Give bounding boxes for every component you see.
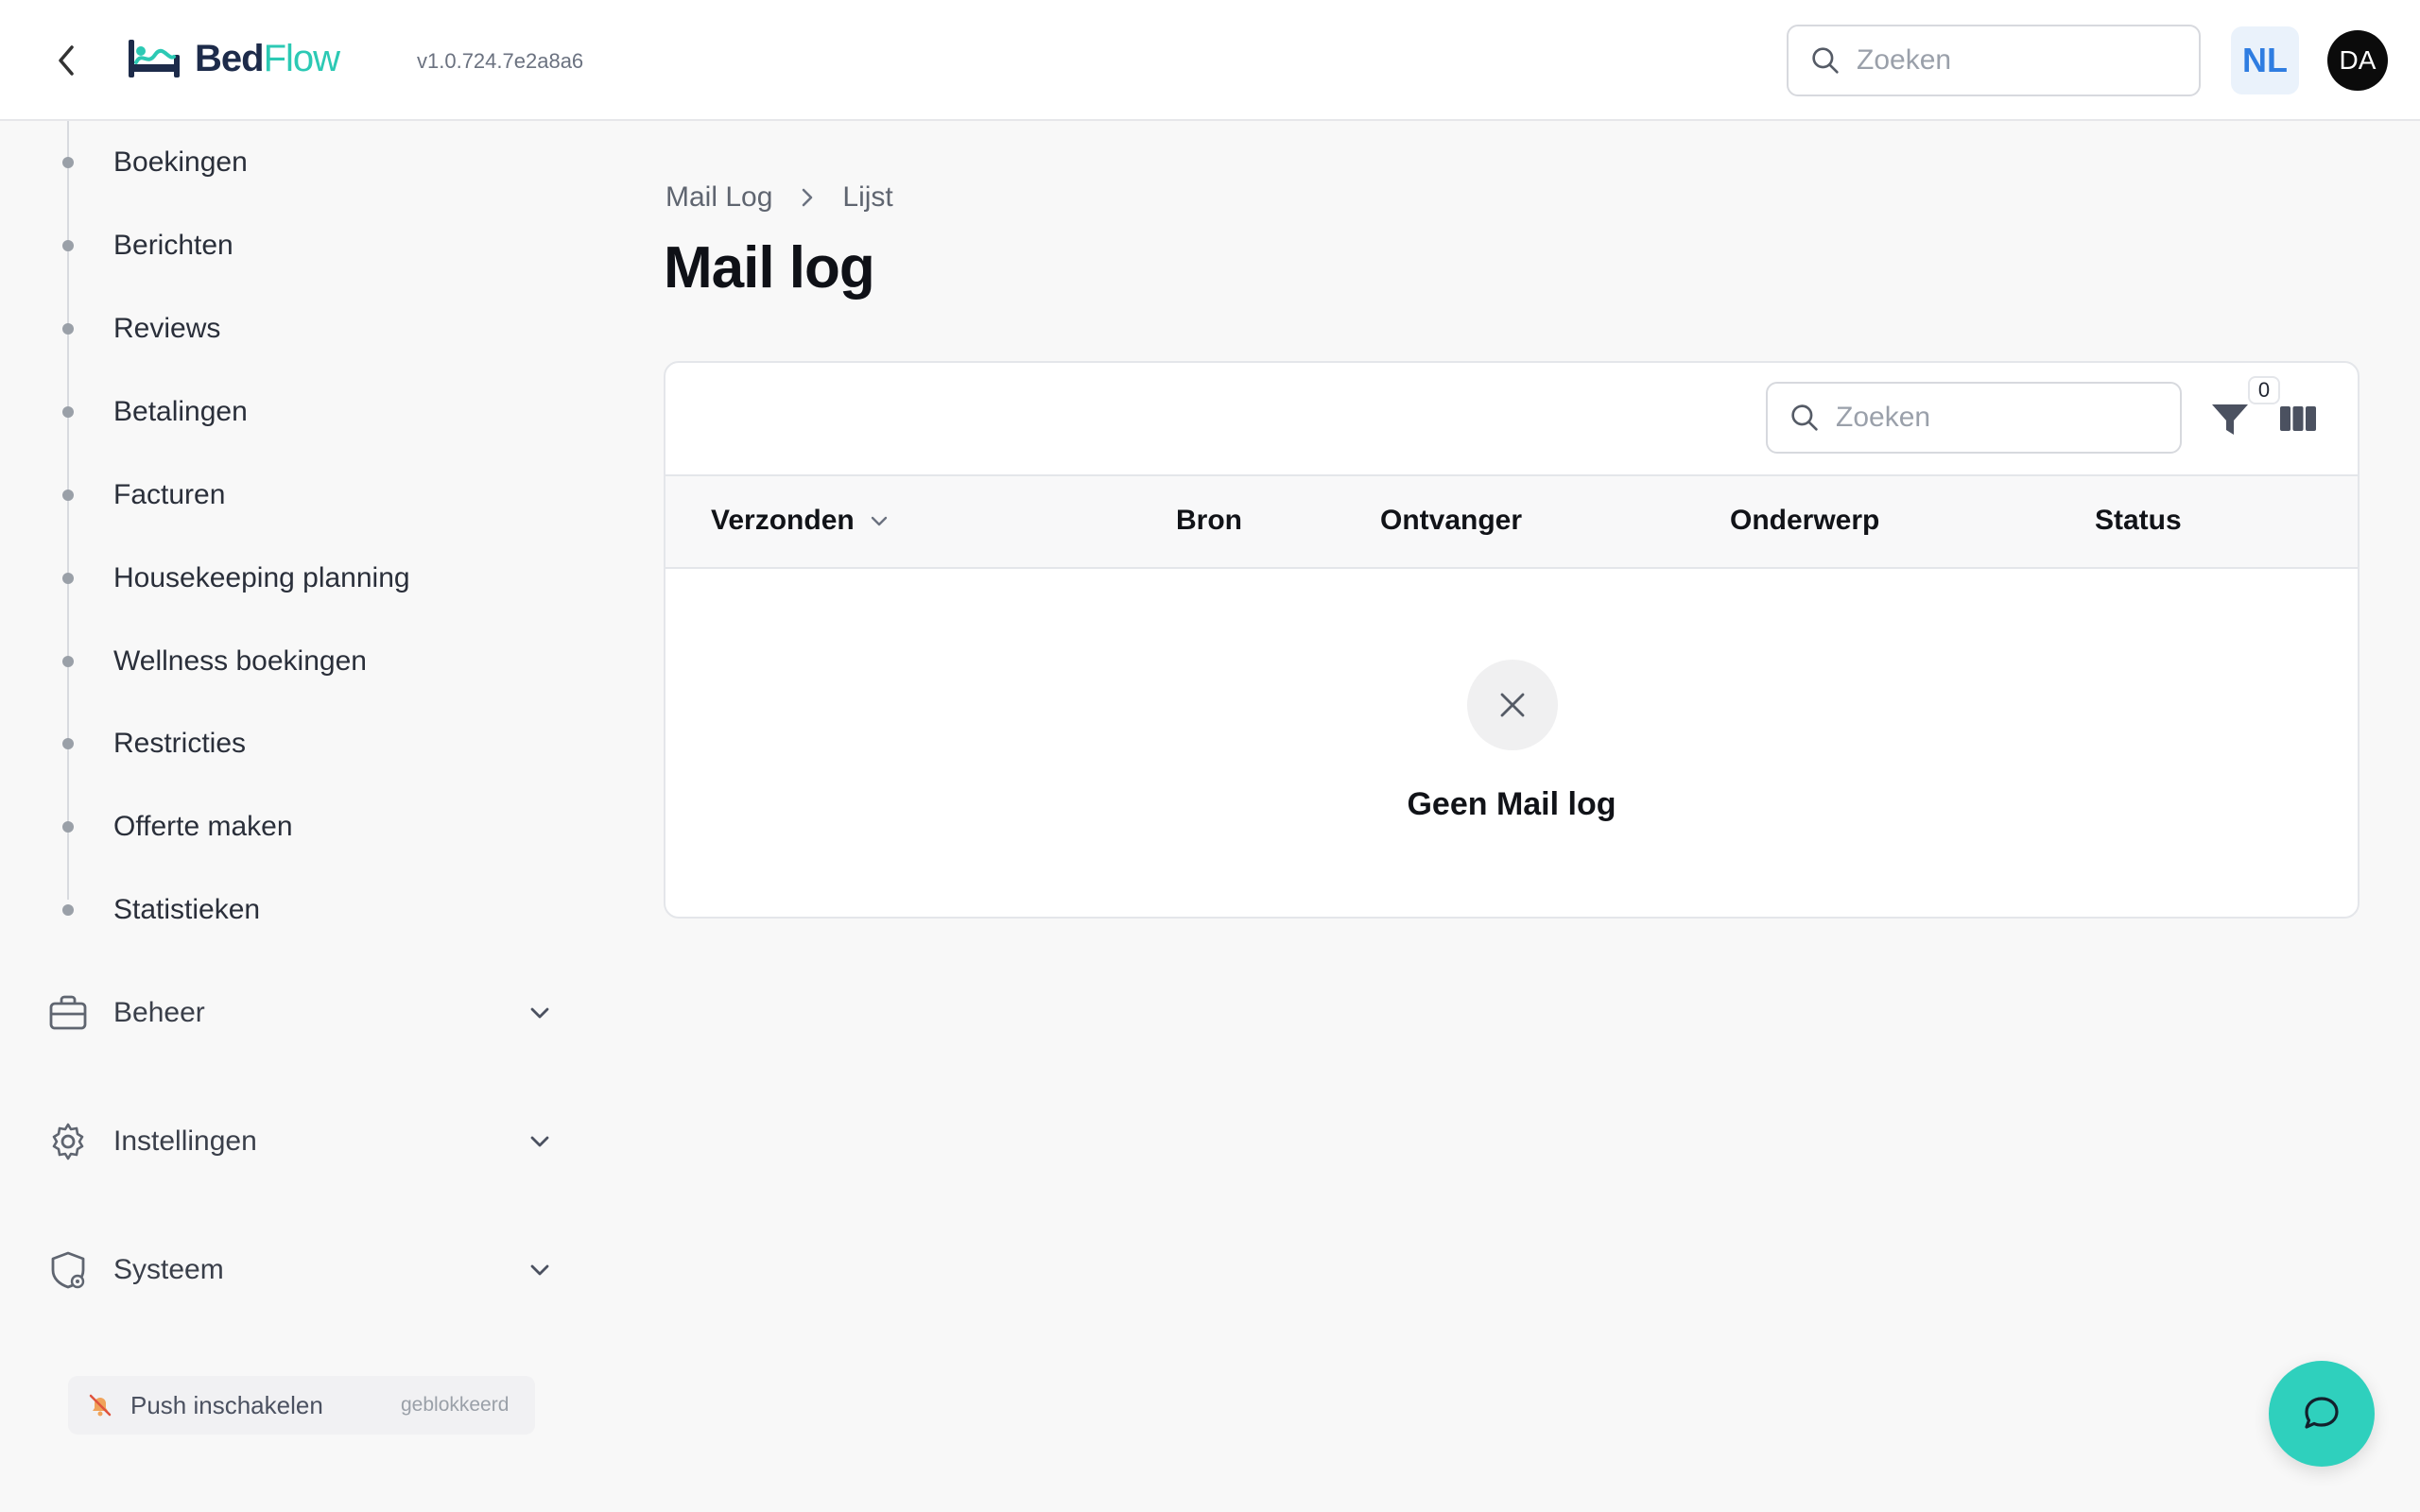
column-header-bron[interactable]: Bron — [1176, 505, 1242, 537]
column-header-label: Status — [2095, 505, 2182, 536]
bullet-dot — [62, 323, 74, 335]
sidebar-item-statistieken[interactable]: Statistieken — [0, 877, 567, 943]
columns-icon[interactable] — [2278, 399, 2318, 438]
bullet-dot — [62, 573, 74, 584]
sidebar-item-label: Housekeeping planning — [113, 562, 410, 593]
bell-off-icon — [89, 1394, 112, 1417]
column-header-label: Onderwerp — [1730, 505, 1880, 536]
sidebar: Boekingen Berichten Reviews Betalingen F… — [0, 121, 586, 1512]
global-search-input[interactable] — [1857, 44, 2199, 77]
language-button[interactable]: NL — [2231, 26, 2299, 94]
sidebar-item-label: Boekingen — [113, 146, 248, 178]
version-label: v1.0.724.7e2a8a6 — [417, 49, 584, 73]
app-logo[interactable]: BedFlow — [127, 32, 340, 85]
sidebar-item-label: Betalingen — [113, 396, 248, 427]
table-search[interactable] — [1766, 382, 2182, 454]
chevron-down-icon — [871, 516, 887, 526]
avatar[interactable]: DA — [2327, 30, 2388, 91]
sidebar-item-label: Statistieken — [113, 894, 261, 925]
push-label: Push inschakelen — [130, 1390, 323, 1419]
sidebar-group-beheer[interactable]: Beheer — [0, 975, 567, 1051]
search-icon — [1812, 47, 1839, 74]
push-status: geblokkeerd — [401, 1394, 510, 1416]
shield-gear-icon — [51, 1251, 85, 1289]
sidebar-item-label: Restricties — [113, 728, 247, 759]
sidebar-group-systeem[interactable]: Systeem — [0, 1232, 567, 1308]
global-search[interactable] — [1787, 25, 2201, 96]
sidebar-item-facturen[interactable]: Facturen — [0, 462, 567, 528]
bullet-dot — [62, 406, 74, 418]
breadcrumb: Mail Log Lijst — [666, 181, 893, 214]
sidebar-item-label: Facturen — [113, 479, 226, 510]
sidebar-item-label: Wellness boekingen — [113, 645, 367, 677]
breadcrumb-item-mail-log[interactable]: Mail Log — [666, 181, 772, 214]
back-button[interactable] — [47, 42, 85, 79]
chevron-down-icon — [530, 1136, 549, 1147]
bullet-dot — [62, 157, 74, 168]
column-header-label: Verzonden — [711, 505, 855, 536]
sidebar-item-boekingen[interactable]: Boekingen — [0, 129, 567, 196]
column-header-onderwerp[interactable]: Onderwerp — [1730, 505, 1879, 537]
sidebar-item-housekeeping-planning[interactable]: Housekeeping planning — [0, 545, 567, 611]
sidebar-item-reviews[interactable]: Reviews — [0, 296, 567, 362]
logo-text-flow: Flow — [263, 37, 340, 79]
chat-button[interactable] — [2269, 1361, 2375, 1467]
table-toolbar: 0 — [666, 363, 2358, 476]
table-header: Verzonden Bron Ontvanger Onderwerp Statu… — [666, 476, 2358, 569]
sidebar-group-label: Systeem — [113, 1254, 224, 1285]
empty-state-text: Geen Mail log — [1407, 786, 1616, 822]
bullet-dot — [62, 904, 74, 916]
breadcrumb-item-lijst: Lijst — [842, 181, 893, 213]
column-header-ontvanger[interactable]: Ontvanger — [1380, 505, 1522, 537]
mail-log-table-card: 0 Verzonden Bron Ontvanger Onderwerp Sta… — [664, 361, 2360, 919]
bullet-dot — [62, 738, 74, 749]
sidebar-group-instellingen[interactable]: Instellingen — [0, 1104, 567, 1179]
gear-icon — [52, 1123, 84, 1160]
chevron-down-icon — [530, 1264, 549, 1276]
chevron-left-icon — [59, 45, 74, 76]
sidebar-item-label: Offerte maken — [113, 811, 293, 842]
push-enable-button[interactable]: Push inschakelen geblokkeerd — [68, 1376, 535, 1435]
sidebar-item-betalingen[interactable]: Betalingen — [0, 379, 567, 445]
bullet-dot — [62, 656, 74, 667]
sidebar-item-offerte-maken[interactable]: Offerte maken — [0, 794, 567, 860]
logo-text: BedFlow — [195, 37, 340, 80]
bullet-dot — [62, 240, 74, 251]
column-header-label: Bron — [1176, 505, 1242, 536]
page-title: Mail log — [664, 235, 875, 301]
sidebar-group-label: Instellingen — [113, 1125, 257, 1157]
filter-count-badge: 0 — [2248, 376, 2280, 404]
chevron-down-icon — [530, 1007, 549, 1019]
filter-icon[interactable] — [2208, 397, 2252, 440]
briefcase-icon — [49, 995, 87, 1030]
table-search-input[interactable] — [1836, 402, 2180, 434]
sidebar-item-berichten[interactable]: Berichten — [0, 213, 567, 279]
chat-icon — [2305, 1397, 2339, 1429]
column-header-label: Ontvanger — [1380, 505, 1523, 536]
empty-state-icon — [1467, 660, 1558, 750]
column-header-verzonden[interactable]: Verzonden — [711, 505, 890, 537]
bed-icon — [129, 40, 180, 77]
sidebar-item-wellness-boekingen[interactable]: Wellness boekingen — [0, 628, 567, 695]
column-header-status[interactable]: Status — [2095, 505, 2182, 537]
close-icon — [1500, 693, 1525, 717]
logo-text-bed: Bed — [195, 37, 265, 79]
sidebar-group-label: Beheer — [113, 997, 205, 1028]
sidebar-item-label: Reviews — [113, 313, 221, 344]
bullet-dot — [62, 490, 74, 501]
bullet-dot — [62, 821, 74, 833]
sidebar-item-label: Berichten — [113, 230, 233, 261]
chevron-right-icon — [803, 188, 813, 207]
search-icon — [1791, 404, 1818, 431]
sidebar-item-restricties[interactable]: Restricties — [0, 711, 567, 777]
top-bar: BedFlow v1.0.724.7e2a8a6 NL DA — [0, 0, 2420, 121]
